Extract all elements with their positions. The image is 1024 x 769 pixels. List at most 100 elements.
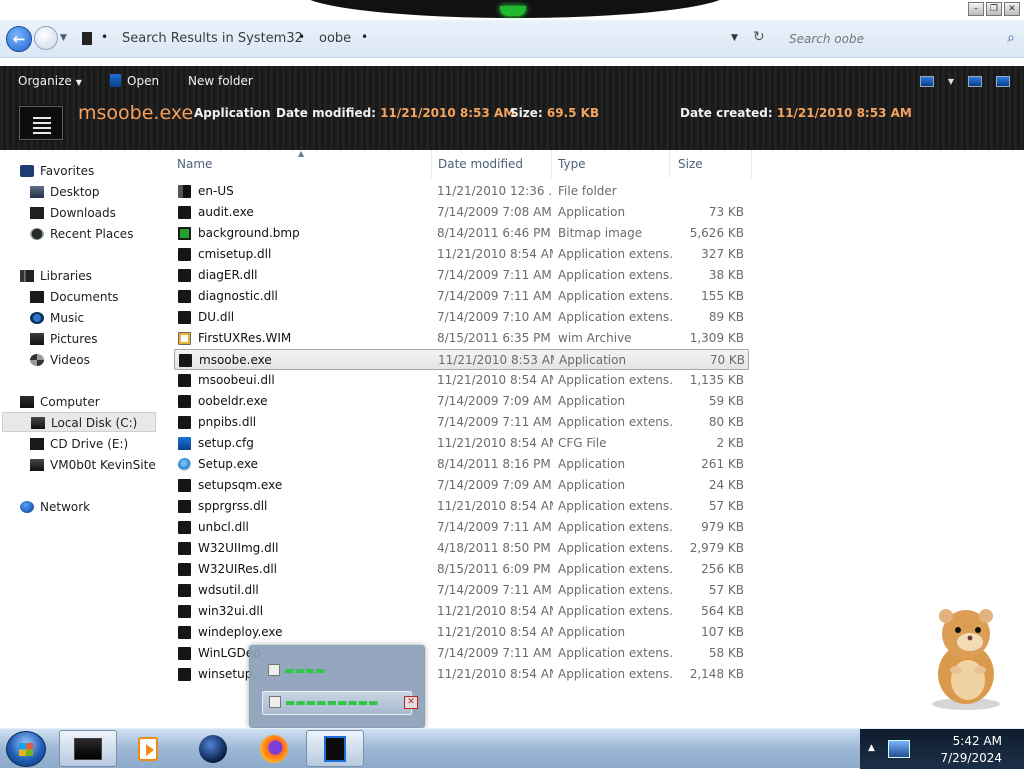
chevron-down-icon[interactable]: ▼ (948, 77, 954, 86)
file-row[interactable]: pnpibs.dll 7/14/2009 7:11 AM Application e… (174, 412, 749, 433)
file-type: Application extens... (558, 289, 674, 303)
explorer-icon (74, 737, 102, 760)
file-name: DU.dll (198, 310, 235, 324)
file-type: Application extens... (558, 499, 674, 513)
organize-button[interactable]: Organize ▼ (18, 74, 82, 88)
exe-icon (178, 206, 191, 219)
file-row[interactable]: background.bmp 8/14/2011 6:46 PM Bitmap im… (174, 223, 749, 244)
file-type: Application extens... (558, 667, 674, 681)
preview-pane-icon[interactable] (968, 76, 982, 87)
nav-favorites[interactable]: Favorites (20, 161, 180, 181)
file-name: diagER.dll (198, 268, 258, 282)
close-button[interactable]: ✕ (1004, 2, 1020, 16)
search-results-icon (82, 32, 92, 45)
dll-icon (178, 542, 191, 555)
taskbar-explorer-button[interactable] (59, 730, 117, 767)
column-divider[interactable] (669, 150, 670, 178)
file-row[interactable]: spprgrss.dll 11/21/2010 8:54 AM Applicatio… (174, 496, 749, 517)
address-dropdown-button[interactable]: ▼ (731, 33, 738, 43)
taskbar-media-player-button[interactable] (119, 730, 177, 767)
clock-time[interactable]: 5:42 AM (953, 734, 1002, 748)
file-row[interactable]: msoobe.exe 11/21/2010 8:53 AM Application 7… (174, 349, 749, 370)
file-type: Application (558, 478, 626, 492)
nav-libraries[interactable]: Libraries (20, 266, 180, 286)
column-divider[interactable] (431, 150, 432, 178)
clock-date[interactable]: 7/29/2024 (940, 751, 1002, 765)
file-row[interactable]: setup.cfg 11/21/2010 8:54 AM CFG File 2 KB (174, 433, 749, 454)
file-date-modified: 8/14/2011 6:46 PM (437, 226, 551, 240)
restore-button[interactable]: ❐ (986, 2, 1002, 16)
dll-icon (178, 416, 191, 429)
show-hidden-icons-button[interactable]: ▲ (868, 743, 875, 753)
file-name: win32ui.dll (198, 604, 264, 618)
refresh-icon[interactable]: ↻ (753, 29, 765, 45)
file-row[interactable]: cmisetup.dll 11/21/2010 8:54 AM Applicatio… (174, 244, 749, 265)
search-input[interactable] (775, 26, 1021, 52)
breadcrumb-separator[interactable]: • (361, 30, 368, 44)
file-row[interactable]: setupsqm.exe 7/14/2009 7:09 AM Application… (174, 475, 749, 496)
file-row[interactable]: audit.exe 7/14/2009 7:08 AM Application 73 … (174, 202, 749, 223)
file-date-modified: 7/14/2009 7:11 AM (437, 289, 552, 303)
desktop-top-strip: – ❐ ✕ (0, 0, 1024, 20)
file-row[interactable]: DU.dll 7/14/2009 7:10 AM Application exten… (174, 307, 749, 328)
file-row[interactable]: win32ui.dll 11/21/2010 8:54 AM Application… (174, 601, 749, 622)
file-date-modified: 7/14/2009 7:11 AM (437, 583, 552, 597)
taskbar-device-button[interactable] (306, 730, 364, 767)
search-icon[interactable]: ⌕ (1007, 30, 1015, 46)
file-date-modified: 8/15/2011 6:09 PM (437, 562, 551, 576)
file-size: 70 KB (709, 353, 745, 367)
taskbar-browser-button[interactable] (184, 730, 242, 767)
file-row[interactable]: en-US 11/21/2010 12:36 ... File folder (174, 181, 749, 202)
recent-pages-dropdown[interactable]: ▼ (60, 33, 67, 43)
file-row[interactable]: W32UIRes.dll 8/15/2011 6:09 PM Application… (174, 559, 749, 580)
open-button[interactable]: Open (110, 74, 159, 88)
popup-window-item[interactable]: ▬▬▬▬ (268, 664, 326, 677)
file-name: pnpibs.dll (198, 415, 257, 429)
cd-drive-icon (30, 438, 44, 450)
file-date-modified: 7/14/2009 7:08 AM (437, 205, 552, 219)
breadcrumb-separator[interactable]: • (101, 30, 108, 44)
file-row[interactable]: wdsutil.dll 7/14/2009 7:11 AM Application … (174, 580, 749, 601)
breadcrumb-oobe[interactable]: oobe (319, 31, 351, 46)
column-header-date-modified[interactable]: Date modified (438, 157, 523, 171)
dll-icon (178, 668, 191, 681)
file-row[interactable]: msoobeui.dll 11/21/2010 8:54 AM Applicatio… (174, 370, 749, 391)
file-row[interactable]: diagnostic.dll 7/14/2009 7:11 AM Applicati… (174, 286, 749, 307)
file-size: 2,148 KB (689, 667, 744, 681)
file-row[interactable]: unbcl.dll 7/14/2009 7:11 AM Application ex… (174, 517, 749, 538)
column-divider[interactable] (551, 150, 552, 178)
nav-computer[interactable]: Computer (20, 392, 180, 412)
file-row[interactable]: FirstUXRes.WIM 8/15/2011 6:35 PM wim Archi… (174, 328, 749, 349)
help-icon[interactable] (996, 76, 1010, 87)
selected-file-large-icon (19, 106, 63, 140)
popup-close-button[interactable]: ✕ (404, 696, 418, 709)
file-row[interactable]: diagER.dll 7/14/2009 7:11 AM Application e… (174, 265, 749, 286)
file-row[interactable]: Setup.exe 8/14/2011 8:16 PM Application 261… (174, 454, 749, 475)
popup-window-item-selected[interactable]: ▬▬▬▬▬▬▬▬▬ (262, 691, 412, 715)
column-divider[interactable] (751, 150, 752, 178)
wim-icon (178, 332, 191, 345)
file-row[interactable]: windeploy.exe 11/21/2010 8:54 AM Applicati… (174, 622, 749, 643)
file-type: Application extens... (558, 310, 674, 324)
taskbar-firefox-button[interactable] (245, 730, 303, 767)
nav-local-disk[interactable]: Local Disk (C:) (2, 412, 156, 432)
breadcrumb-separator[interactable]: • (298, 30, 305, 44)
back-button[interactable]: ← (6, 26, 32, 52)
forward-button[interactable] (34, 26, 58, 50)
column-header-size[interactable]: Size (678, 157, 703, 171)
file-date-modified: 11/21/2010 8:54 AM (437, 667, 553, 681)
file-type: Bitmap image (558, 226, 643, 240)
column-header-type[interactable]: Type (558, 157, 586, 171)
change-view-icon[interactable] (919, 76, 934, 87)
column-header-name[interactable]: Name (177, 157, 212, 171)
new-folder-button[interactable]: New folder (188, 74, 253, 88)
network-tray-icon[interactable] (888, 740, 910, 758)
start-button[interactable] (6, 731, 46, 767)
nav-network[interactable]: Network (20, 497, 180, 517)
file-row[interactable]: W32UIImg.dll 4/18/2011 8:50 PM Application… (174, 538, 749, 559)
breadcrumb-search-results[interactable]: Search Results in System32 (122, 31, 303, 46)
minimize-button[interactable]: – (968, 2, 984, 16)
details-file-type: Application (194, 106, 271, 120)
file-row[interactable]: oobeldr.exe 7/14/2009 7:09 AM Application 5… (174, 391, 749, 412)
dll-icon (178, 500, 191, 513)
